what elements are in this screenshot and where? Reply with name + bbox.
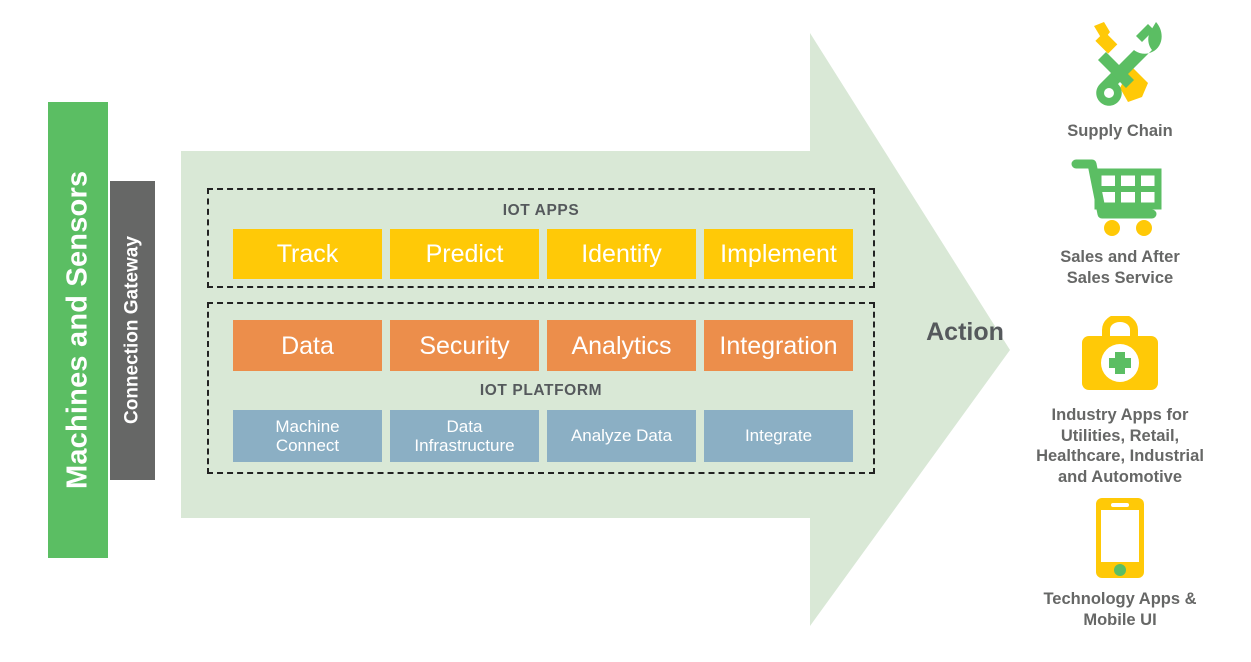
outcome-technology-apps: Technology Apps & Mobile UI bbox=[1000, 496, 1240, 630]
iot-platform-capability-label: Security bbox=[419, 331, 510, 360]
shopping-cart-icon bbox=[1070, 158, 1170, 238]
wrench-screwdriver-icon bbox=[1070, 16, 1170, 112]
iot-platform-function-card[interactable]: Analyze Data bbox=[547, 410, 696, 462]
iot-app-card-label: Predict bbox=[425, 240, 504, 268]
first-aid-kit-icon bbox=[1074, 316, 1166, 396]
iot-apps-group: IOT APPS Track Predict Identify Implemen… bbox=[207, 188, 875, 288]
iot-apps-title: IOT APPS bbox=[502, 202, 580, 219]
outcome-industry-apps: Industry Apps for Utilities, Retail, Hea… bbox=[1000, 316, 1240, 488]
iot-platform-capability-row: Data Security Analytics Integration bbox=[233, 320, 853, 371]
iot-app-card[interactable]: Identify bbox=[547, 229, 696, 279]
iot-platform-function-label: Data Infrastructure bbox=[414, 416, 515, 455]
iot-platform-capability-label: Integration bbox=[719, 331, 838, 360]
iot-platform-capability-label: Data bbox=[281, 331, 334, 360]
outcome-caption: Sales and After Sales Service bbox=[1060, 248, 1180, 287]
iot-app-card-label: Implement bbox=[720, 240, 837, 268]
outcome-caption: Industry Apps for Utilities, Retail, Hea… bbox=[1036, 406, 1204, 486]
iot-app-card[interactable]: Track bbox=[233, 229, 382, 279]
outcome-sales-service: Sales and After Sales Service bbox=[1000, 158, 1240, 288]
outcome-supply-chain: Supply Chain bbox=[1000, 16, 1240, 142]
iot-platform-capability-card[interactable]: Security bbox=[390, 320, 539, 371]
connection-gateway-bar: Connection Gateway bbox=[110, 181, 155, 480]
outcome-caption: Supply Chain bbox=[1067, 122, 1173, 140]
iot-platform-title: IOT PLATFORM bbox=[479, 382, 603, 399]
machines-and-sensors-label: Machines and Sensors bbox=[61, 170, 94, 490]
iot-platform-capability-label: Analytics bbox=[571, 331, 672, 360]
outcome-caption: Technology Apps & Mobile UI bbox=[1043, 590, 1197, 629]
iot-platform-capability-card[interactable]: Data bbox=[233, 320, 382, 371]
iot-app-card-label: Track bbox=[276, 240, 339, 268]
iot-platform-function-card[interactable]: Data Infrastructure bbox=[390, 410, 539, 462]
iot-app-card-label: Identify bbox=[581, 240, 662, 268]
iot-platform-capability-card[interactable]: Integration bbox=[704, 320, 853, 371]
iot-platform-function-label: Integrate bbox=[744, 426, 813, 446]
iot-app-card[interactable]: Predict bbox=[390, 229, 539, 279]
connection-gateway-label: Connection Gateway bbox=[121, 236, 143, 425]
iot-app-card[interactable]: Implement bbox=[704, 229, 853, 279]
iot-platform-function-label: Analyze Data bbox=[570, 426, 673, 446]
iot-platform-function-label: Machine Connect bbox=[275, 416, 340, 455]
diagram-canvas: Machines and Sensors Connection Gateway … bbox=[0, 0, 1251, 662]
machines-and-sensors-bar: Machines and Sensors bbox=[48, 102, 108, 558]
iot-apps-card-row: Track Predict Identify Implement bbox=[233, 229, 853, 279]
iot-platform-capability-card[interactable]: Analytics bbox=[547, 320, 696, 371]
iot-platform-function-card[interactable]: Integrate bbox=[704, 410, 853, 462]
iot-platform-function-row: Machine Connect Data Infrastructure Anal… bbox=[233, 410, 853, 462]
iot-platform-function-card[interactable]: Machine Connect bbox=[233, 410, 382, 462]
iot-platform-group: Data Security Analytics Integration IOT … bbox=[207, 302, 875, 474]
smartphone-icon bbox=[1088, 496, 1152, 580]
